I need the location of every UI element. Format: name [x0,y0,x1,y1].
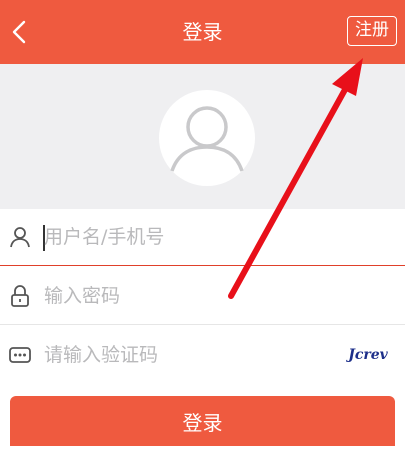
user-icon [10,227,30,248]
avatar-section [0,64,405,209]
captcha-image[interactable]: Jcrev [343,344,393,366]
captcha-field[interactable]: 请输入验证码 Jcrev [0,327,405,383]
lock-icon [11,285,29,307]
password-field[interactable]: 输入密码 [0,268,405,325]
more-dots-icon [9,347,31,363]
register-button[interactable]: 注册 [347,16,397,46]
user-avatar-icon [159,90,255,186]
login-button[interactable]: 登录 [10,396,395,446]
username-field[interactable]: 用户名/手机号 [0,209,405,266]
page-title: 登录 [182,20,223,44]
username-placeholder: 用户名/手机号 [44,226,165,248]
captcha-placeholder: 请输入验证码 [44,344,159,366]
app-header: 登录 注册 [0,0,405,64]
password-placeholder: 输入密码 [44,285,121,307]
